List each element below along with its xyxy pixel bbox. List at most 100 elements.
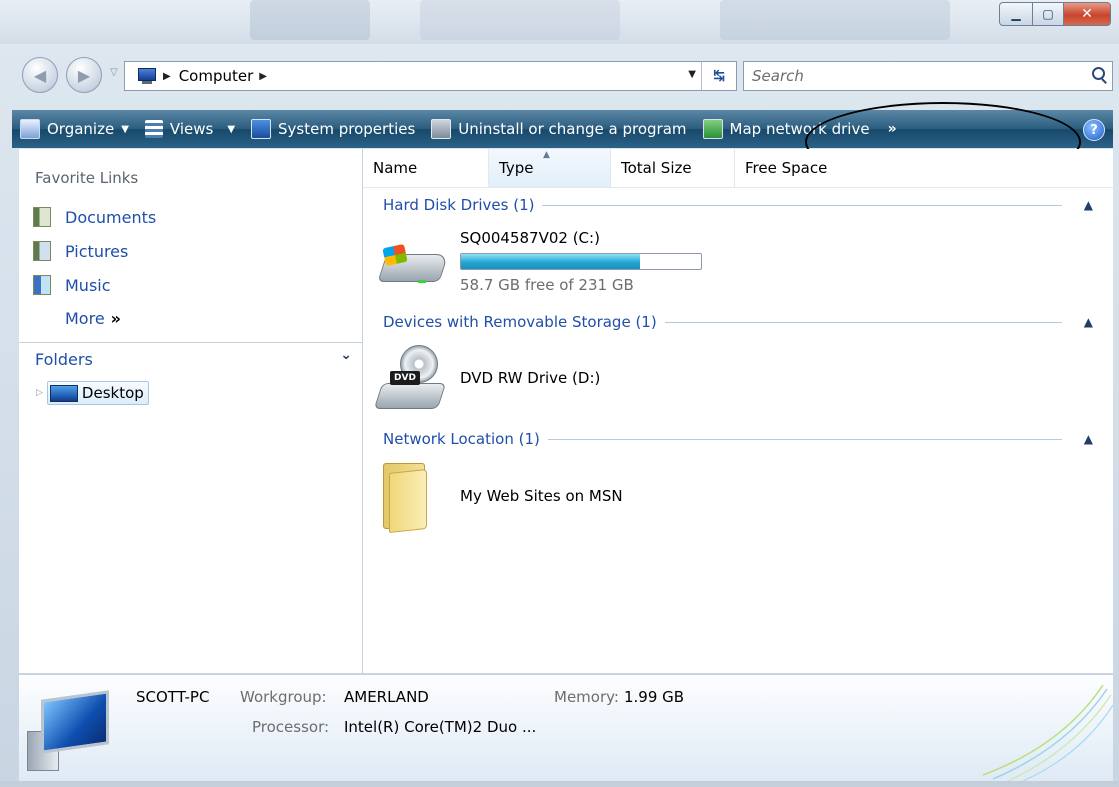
group-hard-disk-drives[interactable]: Hard Disk Drives (1) ▲ xyxy=(383,196,1093,214)
system-properties-button[interactable]: System properties xyxy=(243,110,423,148)
column-free-space[interactable]: Free Space xyxy=(735,149,865,187)
hard-disk-icon xyxy=(377,243,449,292)
uninstall-program-label: Uninstall or change a program xyxy=(458,120,687,138)
dvd-drive-icon: DVD xyxy=(373,345,448,415)
organize-icon xyxy=(20,119,40,139)
back-arrow-icon: ◀ xyxy=(33,65,47,85)
forward-button[interactable]: ▶ xyxy=(66,57,102,93)
uninstall-program-button[interactable]: Uninstall or change a program xyxy=(423,110,694,148)
computer-icon xyxy=(137,68,157,84)
desktop-icon xyxy=(49,384,78,402)
organize-label: Organize xyxy=(47,120,115,138)
window-bottom-border xyxy=(0,781,1119,787)
workgroup-value: AMERLAND xyxy=(344,688,429,706)
maximize-button[interactable]: ▢ xyxy=(1033,2,1064,26)
minimize-button[interactable]: ▁ xyxy=(999,2,1033,26)
workgroup-label: Workgroup: xyxy=(240,688,327,706)
collapse-group-icon[interactable]: ▲ xyxy=(1084,432,1093,446)
caption-buttons: ▁ ▢ ✕ xyxy=(999,2,1111,26)
favorite-documents[interactable]: Documents xyxy=(33,207,156,227)
back-button[interactable]: ◀ xyxy=(22,57,58,93)
tree-item-desktop[interactable]: ▷ Desktop xyxy=(36,381,149,405)
expand-arrow-icon[interactable]: ▷ xyxy=(36,388,43,398)
more-favorites-link[interactable]: More » xyxy=(65,309,121,328)
system-properties-icon xyxy=(251,119,272,139)
favorite-links-header: Favorite Links xyxy=(35,169,139,187)
dropdown-arrow-icon: ▼ xyxy=(121,123,129,135)
views-label: Views xyxy=(169,120,214,138)
column-header-row: Name ▲ Type Total Size Free Space xyxy=(363,149,1113,188)
favorite-documents-label: Documents xyxy=(65,207,157,227)
help-icon[interactable]: ? xyxy=(1083,119,1105,141)
map-network-drive-button[interactable]: Map network drive xyxy=(695,110,878,148)
column-name[interactable]: Name xyxy=(363,149,489,187)
column-type[interactable]: ▲ Type xyxy=(489,149,611,187)
decorative-swoosh xyxy=(982,684,1113,781)
processor-label: Processor: xyxy=(252,718,330,736)
group-network-location[interactable]: Network Location (1) ▲ xyxy=(383,430,1093,448)
chevron-down-icon[interactable]: ⌄ xyxy=(340,347,352,363)
collapse-group-icon[interactable]: ▲ xyxy=(1084,198,1093,212)
system-properties-label: System properties xyxy=(278,120,416,138)
search-icon[interactable] xyxy=(1088,64,1112,88)
double-chevron-icon: » xyxy=(110,309,122,328)
music-icon xyxy=(33,275,51,295)
favorite-pictures[interactable]: Pictures xyxy=(33,241,128,261)
favorite-music-label: Music xyxy=(65,275,111,295)
forward-arrow-icon: ▶ xyxy=(77,65,91,85)
close-button[interactable]: ✕ xyxy=(1064,2,1111,26)
address-dropdown-icon[interactable]: ▼ xyxy=(688,69,696,80)
tree-item-desktop-selected[interactable]: Desktop xyxy=(46,381,149,405)
drive-d-name: DVD RW Drive (D:) xyxy=(460,369,601,387)
favorite-music[interactable]: Music xyxy=(33,275,111,295)
file-list-pane: Name ▲ Type Total Size Free Space Hard D… xyxy=(363,149,1113,673)
memory-value: 1.99 GB xyxy=(624,688,685,706)
group-removable-label: Devices with Removable Storage (1) xyxy=(383,313,657,331)
folder-icon xyxy=(383,459,427,533)
command-bar: Organize ▼ Views ▼ System properties Uni… xyxy=(12,110,1113,148)
sort-ascending-icon: ▲ xyxy=(543,150,550,160)
breadcrumb-chevron-icon[interactable]: ▶ xyxy=(259,71,267,82)
refresh-button[interactable]: ↹ xyxy=(701,62,736,90)
navigation-pane: Favorite Links Documents Pictures Music … xyxy=(19,149,363,673)
group-removable-storage[interactable]: Devices with Removable Storage (1) ▲ xyxy=(383,313,1093,331)
more-favorites-label: More xyxy=(65,309,105,328)
breadcrumb-computer[interactable]: Computer xyxy=(179,67,254,85)
search-input[interactable]: Search xyxy=(752,67,1088,85)
refresh-icon: ↹ xyxy=(713,68,725,84)
group-hard-disk-label: Hard Disk Drives (1) xyxy=(383,196,535,214)
maximize-icon: ▢ xyxy=(1042,7,1054,21)
breadcrumb-chevron-icon[interactable]: ▶ xyxy=(163,71,171,82)
dvd-badge: DVD xyxy=(390,371,420,385)
documents-icon xyxy=(33,207,51,227)
pictures-icon xyxy=(33,241,51,261)
folders-header[interactable]: Folders xyxy=(35,350,93,369)
views-icon xyxy=(144,120,163,138)
address-bar[interactable]: ▶ Computer ▶ ▼ ↹ xyxy=(124,61,737,91)
drive-c-name: SQ004587V02 (C:) xyxy=(460,229,600,247)
nav-divider xyxy=(19,342,362,343)
column-total-size[interactable]: Total Size xyxy=(611,149,735,187)
organize-button[interactable]: Organize ▼ xyxy=(12,110,137,148)
details-pane: SCOTT-PC Workgroup: AMERLAND Memory: 1.9… xyxy=(19,674,1113,781)
drive-c-free-space: 58.7 GB free of 231 GB xyxy=(460,276,634,294)
more-commands-button[interactable]: » xyxy=(878,121,907,137)
title-bar: ▁ ▢ ✕ xyxy=(0,0,1119,44)
search-box[interactable]: Search xyxy=(743,61,1113,91)
collapse-group-icon[interactable]: ▲ xyxy=(1084,315,1093,329)
minimize-icon: ▁ xyxy=(1011,7,1021,21)
favorite-pictures-label: Pictures xyxy=(65,241,129,261)
group-network-label: Network Location (1) xyxy=(383,430,540,448)
network-drive-icon xyxy=(702,119,723,139)
drive-c-capacity-bar xyxy=(460,253,702,270)
uninstall-program-icon xyxy=(431,119,452,139)
drive-c-capacity-fill xyxy=(461,254,641,269)
network-item-name: My Web Sites on MSN xyxy=(460,487,623,505)
computer-monitor-icon xyxy=(27,690,109,771)
close-icon: ✕ xyxy=(1081,6,1093,22)
column-type-label: Type xyxy=(499,159,534,177)
recent-pages-dropdown[interactable]: ▽ xyxy=(110,67,118,78)
views-button[interactable]: Views ▼ xyxy=(137,110,243,148)
dropdown-arrow-icon: ▼ xyxy=(227,123,236,135)
explorer-window: ▁ ▢ ✕ ◀ ▶ ▽ ▶ Computer ▶ ▼ ↹ Search Orga… xyxy=(0,0,1119,787)
